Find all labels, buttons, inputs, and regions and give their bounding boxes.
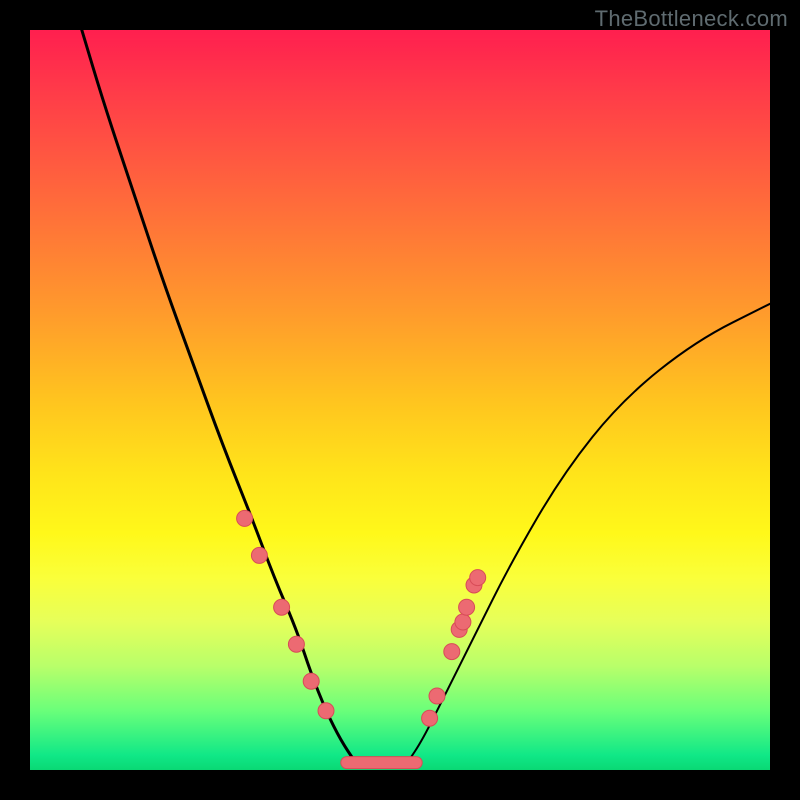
sample-dot <box>318 703 334 719</box>
sample-dot <box>288 636 304 652</box>
sample-dot <box>237 510 253 526</box>
valley-highlight-strip <box>341 757 422 769</box>
sample-dots-group <box>237 510 486 726</box>
sample-dot <box>459 599 475 615</box>
watermark-text: TheBottleneck.com <box>595 6 788 32</box>
sample-dot <box>470 570 486 586</box>
sample-dot <box>274 599 290 615</box>
curve-left-branch <box>82 30 356 763</box>
sample-dot <box>444 644 460 660</box>
chart-svg <box>30 30 770 770</box>
sample-dot <box>251 547 267 563</box>
sample-dot <box>429 688 445 704</box>
sample-dot <box>455 614 471 630</box>
outer-frame: TheBottleneck.com <box>0 0 800 800</box>
sample-dot <box>422 710 438 726</box>
curve-group <box>82 30 770 766</box>
sample-dot <box>303 673 319 689</box>
curve-right-branch <box>407 304 770 763</box>
plot-area <box>30 30 770 770</box>
